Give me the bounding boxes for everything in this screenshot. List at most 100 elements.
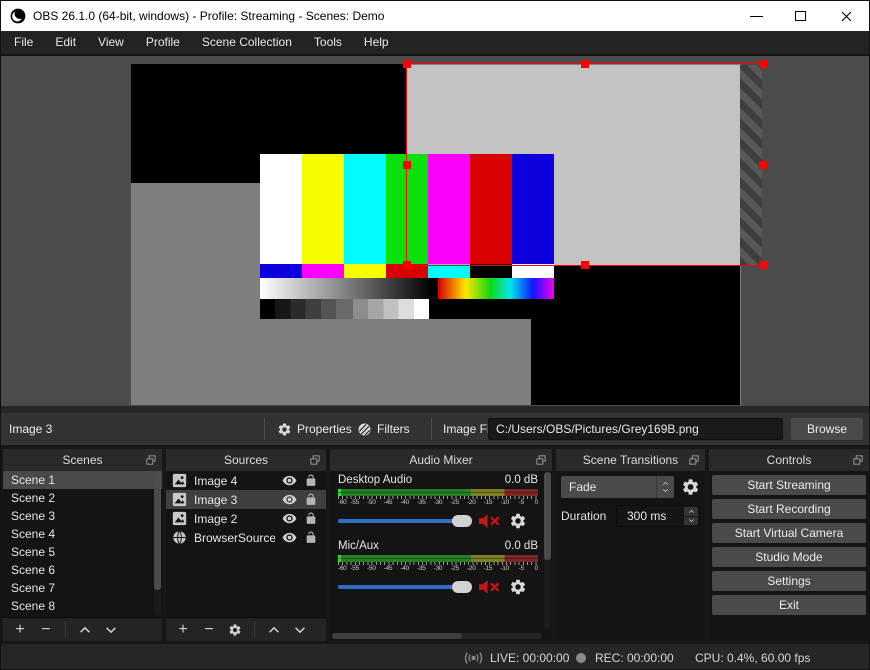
duration-decrease-button[interactable] <box>684 516 698 525</box>
audio-mixer-header: Audio Mixer <box>330 449 552 471</box>
source-list-item[interactable]: Image 4 <box>166 471 326 490</box>
start-recording-button[interactable]: Start Recording <box>712 499 866 519</box>
menu-edit[interactable]: Edit <box>44 31 87 54</box>
lock-open-icon[interactable] <box>304 474 318 487</box>
combo-arrows[interactable] <box>655 476 674 498</box>
visibility-eye-icon[interactable] <box>282 473 297 488</box>
move-scene-up-button[interactable] <box>74 621 96 639</box>
visibility-eye-icon[interactable] <box>282 511 297 526</box>
popout-icon[interactable] <box>535 454 547 466</box>
popout-icon[interactable] <box>145 454 157 466</box>
gear-icon[interactable] <box>509 578 527 596</box>
add-scene-button[interactable]: + <box>9 621 31 639</box>
filters-button[interactable]: Filters <box>357 413 410 445</box>
source-list-item[interactable]: Image 2 <box>166 509 326 528</box>
scenes-scrollbar[interactable] <box>154 472 161 616</box>
remove-source-button[interactable]: − <box>198 621 220 639</box>
scene-list-item[interactable]: Scene 8 <box>3 597 162 615</box>
selection-handle-bottom-left[interactable] <box>403 261 411 269</box>
selected-source-label: Image 3 <box>9 422 53 436</box>
mixer-scrollbar[interactable] <box>544 472 551 629</box>
menu-file[interactable]: File <box>3 31 44 54</box>
globe-icon <box>172 530 187 545</box>
visibility-eye-icon[interactable] <box>282 530 297 545</box>
transition-settings-gear-icon[interactable] <box>681 477 700 497</box>
move-scene-down-button[interactable] <box>100 621 122 639</box>
scene-list-item[interactable]: Scene 3 <box>3 507 162 525</box>
duration-spinbox[interactable]: 300 ms <box>616 505 700 527</box>
sources-toolbar: + − <box>166 617 326 641</box>
add-source-button[interactable]: + <box>172 621 194 639</box>
start-streaming-button[interactable]: Start Streaming <box>712 475 866 495</box>
menu-profile[interactable]: Profile <box>135 31 191 54</box>
slider-handle[interactable] <box>452 515 472 527</box>
scene-list-item[interactable]: Scene 5 <box>3 543 162 561</box>
menu-help[interactable]: Help <box>353 31 400 54</box>
maximize-button[interactable] <box>779 1 821 31</box>
channel-level-db: 0.0 dB <box>504 474 538 486</box>
selection-handle-top-right[interactable] <box>759 60 767 68</box>
controls-body: Start Streaming Start Recording Start Vi… <box>709 471 869 641</box>
scene-list-item[interactable]: Scene 4 <box>3 525 162 543</box>
duration-increase-button[interactable] <box>684 507 698 516</box>
menu-view[interactable]: View <box>87 31 135 54</box>
remove-scene-button[interactable]: − <box>35 621 57 639</box>
selection-handle-bottom-middle[interactable] <box>581 261 589 269</box>
scene-list-item[interactable]: Scene 6 <box>3 561 162 579</box>
selection-handle-top-left[interactable] <box>403 60 411 68</box>
selection-handle-bottom-right[interactable] <box>759 261 767 269</box>
volume-slider[interactable] <box>338 581 472 593</box>
source-list-item[interactable]: Image 3 <box>166 490 326 509</box>
scrollbar-thumb[interactable] <box>544 472 551 560</box>
cpu-fps-stats: CPU: 0.4%, 60.00 fps <box>695 651 811 665</box>
scene-list-item[interactable]: Scene 1 <box>3 471 162 489</box>
menu-tools[interactable]: Tools <box>303 31 353 54</box>
meter-tick-label: -60 <box>338 565 347 572</box>
lock-open-icon[interactable] <box>304 493 318 506</box>
obs-window: OBS 26.1.0 (64-bit, windows) - Profile: … <box>0 0 870 670</box>
start-virtual-camera-button[interactable]: Start Virtual Camera <box>712 523 866 543</box>
lock-open-icon[interactable] <box>304 512 318 525</box>
image-file-input[interactable] <box>488 418 783 440</box>
move-source-down-button[interactable] <box>289 621 311 639</box>
selection-handle-middle-left[interactable] <box>403 160 411 169</box>
slider-handle[interactable] <box>452 581 472 593</box>
meter-tick-label: -30 <box>433 565 443 572</box>
meter-tick-label: -35 <box>417 499 426 506</box>
mixer-horizontal-scrollbar[interactable] <box>332 633 542 639</box>
selection-handle-middle-right[interactable] <box>759 160 767 169</box>
selection-box[interactable] <box>403 60 767 269</box>
lock-open-icon[interactable] <box>304 531 318 544</box>
popout-icon[interactable] <box>309 454 321 466</box>
close-button[interactable] <box>825 1 867 31</box>
exit-button[interactable]: Exit <box>712 595 866 615</box>
source-black-bottom-right[interactable] <box>531 266 740 405</box>
scene-list-item[interactable]: Scene 2 <box>3 489 162 507</box>
maximize-icon <box>794 11 806 21</box>
mute-speaker-icon[interactable] <box>479 579 502 595</box>
menu-scene-collection[interactable]: Scene Collection <box>191 31 303 54</box>
minimize-button[interactable] <box>734 1 778 31</box>
move-source-up-button[interactable] <box>263 621 285 639</box>
scene-list-item[interactable]: Scene 7 <box>3 579 162 597</box>
source-properties-button[interactable] <box>224 621 246 639</box>
selection-handle-top-middle[interactable] <box>581 60 589 68</box>
source-name: BrowserSource <box>194 530 275 545</box>
properties-button[interactable]: Properties <box>277 413 352 445</box>
popout-icon[interactable] <box>852 454 864 466</box>
transition-select[interactable]: Fade <box>561 476 674 498</box>
visibility-eye-icon[interactable] <box>282 492 297 507</box>
sources-title: Sources <box>223 453 269 467</box>
studio-mode-button[interactable]: Studio Mode <box>712 547 866 567</box>
scene-canvas[interactable] <box>131 60 767 405</box>
volume-slider[interactable] <box>338 515 472 527</box>
mute-speaker-icon[interactable] <box>479 513 502 529</box>
browse-button[interactable]: Browse <box>791 418 863 440</box>
settings-button[interactable]: Settings <box>712 571 866 591</box>
scrollbar-thumb[interactable] <box>154 472 161 590</box>
scrollbar-thumb[interactable] <box>332 633 463 639</box>
gear-icon[interactable] <box>509 512 527 530</box>
audio-mixer-panel: Audio Mixer Desktop Audio 0.0 dB -60 -55… <box>330 449 552 641</box>
source-list-item[interactable]: BrowserSource <box>166 528 326 547</box>
popout-icon[interactable] <box>688 454 700 466</box>
